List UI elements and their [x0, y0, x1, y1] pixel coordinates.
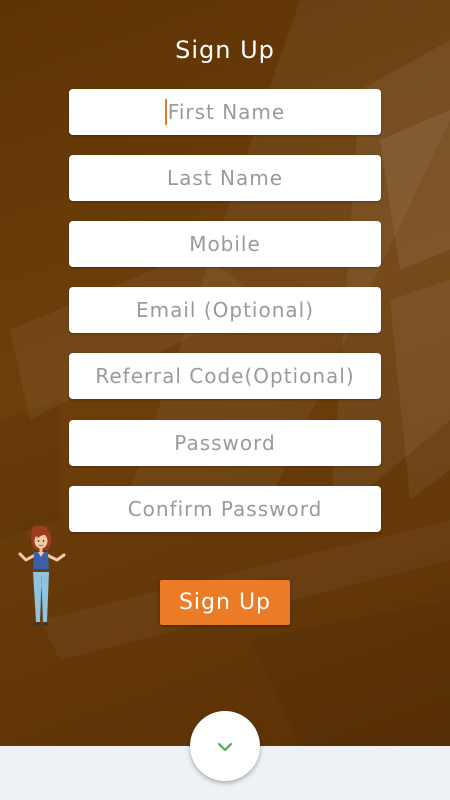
confirm-password-placeholder: Confirm Password	[127, 497, 323, 521]
page-title: Sign Up	[175, 36, 275, 64]
last-name-placeholder: Last Name	[166, 166, 284, 190]
mascot-illustration	[14, 524, 72, 632]
first-name-field[interactable]: First Name	[69, 89, 381, 135]
password-placeholder: Password	[174, 431, 276, 455]
signup-screen: Sign Up First Name Last Name Mobile Emai…	[0, 0, 450, 800]
mobile-field[interactable]: Mobile	[69, 221, 381, 267]
chevron-down-icon	[217, 737, 233, 756]
last-name-field[interactable]: Last Name	[69, 155, 381, 201]
first-name-placeholder: First Name	[167, 100, 286, 124]
referral-code-field[interactable]: Referral Code(Optional)	[69, 353, 381, 399]
email-field[interactable]: Email (Optional)	[69, 287, 381, 333]
scroll-down-button[interactable]	[190, 711, 260, 781]
confirm-password-field[interactable]: Confirm Password	[69, 486, 381, 532]
text-cursor	[164, 99, 167, 125]
email-placeholder: Email (Optional)	[135, 298, 314, 322]
referral-code-placeholder: Referral Code(Optional)	[95, 364, 355, 388]
mobile-placeholder: Mobile	[189, 232, 261, 256]
sign-up-button[interactable]: Sign Up	[160, 580, 290, 625]
password-field[interactable]: Password	[69, 420, 381, 466]
